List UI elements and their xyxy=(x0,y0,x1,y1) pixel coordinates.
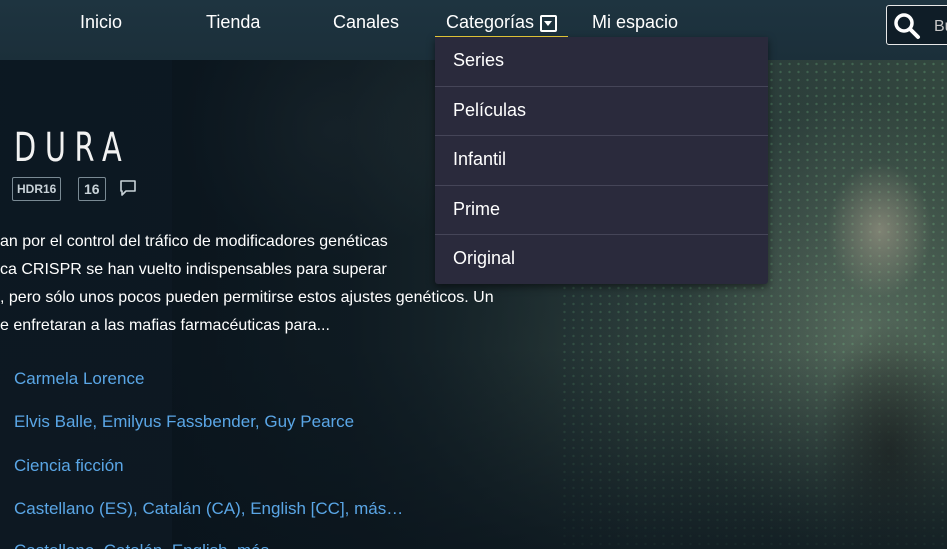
hdr-badge: HDR16 xyxy=(12,177,62,201)
subtitle-languages-link[interactable]: Castellano, Catalán, English, más… xyxy=(14,541,286,549)
synopsis-line: , pero sólo unos pocos pueden permitirse… xyxy=(0,289,494,306)
genre-link[interactable]: Ciencia ficción xyxy=(14,456,124,476)
synopsis-line: e enfretaran a las mafias farmacéuticas … xyxy=(0,317,330,334)
search-icon[interactable] xyxy=(893,12,921,40)
nav-categorias-label: Categorías xyxy=(446,12,535,32)
synopsis: an por el control del tráfico de modific… xyxy=(0,228,560,340)
age-rating-badge: 16 xyxy=(78,177,106,201)
comment-icon[interactable] xyxy=(119,179,137,197)
nav-item-inicio[interactable]: Inicio xyxy=(80,12,122,33)
director-link[interactable]: Carmela Lorence xyxy=(14,369,144,389)
search-box[interactable]: Bu xyxy=(886,5,947,45)
cast-link[interactable]: Elvis Balle, Emilyus Fassbender, Guy Pea… xyxy=(14,412,354,432)
synopsis-line: an por el control del tráfico de modific… xyxy=(0,233,388,250)
show-title: DURA xyxy=(14,125,131,171)
nav-item-canales[interactable]: Canales xyxy=(333,12,399,33)
nav-item-categorias[interactable]: Categorías xyxy=(435,12,569,38)
nav-item-mi-espacio[interactable]: Mi espacio xyxy=(592,12,678,33)
dropdown-item-series[interactable]: Series xyxy=(435,37,768,87)
synopsis-line: ca CRISPR se han vuelto indispensables p… xyxy=(0,261,387,278)
dropdown-item-peliculas[interactable]: Películas xyxy=(435,87,768,137)
audio-languages-link[interactable]: Castellano (ES), Catalán (CA), English [… xyxy=(14,499,403,519)
dropdown-item-infantil[interactable]: Infantil xyxy=(435,136,768,186)
caret-down-box-icon xyxy=(540,15,558,32)
nav-item-tienda[interactable]: Tienda xyxy=(206,12,260,33)
search-placeholder: Bu xyxy=(934,18,947,35)
